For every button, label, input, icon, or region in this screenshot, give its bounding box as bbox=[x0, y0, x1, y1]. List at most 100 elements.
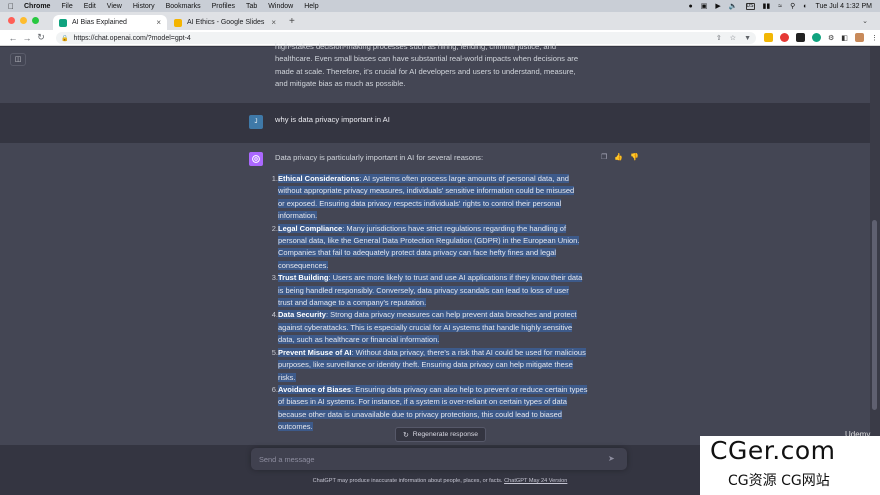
menu-tab[interactable]: Tab bbox=[246, 3, 257, 10]
thumbs-down-icon[interactable]: 👎 bbox=[630, 153, 639, 161]
openai-logo-icon bbox=[252, 155, 260, 163]
extension-dark-icon[interactable] bbox=[796, 33, 805, 42]
macos-menu-bar:  Chrome File Edit View History Bookmark… bbox=[0, 0, 880, 12]
tab-search-chevron-icon[interactable]: ⌄ bbox=[862, 17, 868, 25]
sound-icon[interactable]: 🔈 bbox=[729, 2, 738, 10]
answer-text: outcomes. bbox=[278, 422, 313, 432]
url-text[interactable]: https://chat.openai.com/?model=gpt-4 bbox=[73, 35, 190, 42]
play-icon[interactable]: ▶ bbox=[715, 2, 720, 10]
extensions-puzzle-icon[interactable]: ⚙ bbox=[828, 34, 834, 42]
list-number bbox=[264, 235, 278, 247]
menu-profiles[interactable]: Profiles bbox=[212, 3, 235, 10]
watermark-line-1: CGer.com bbox=[710, 436, 836, 465]
scrollbar-thumb[interactable] bbox=[872, 220, 877, 410]
clock[interactable]: Tue Jul 4 1:32 PM bbox=[815, 3, 872, 10]
zoom-window-button[interactable] bbox=[32, 17, 39, 24]
thumbs-up-icon[interactable]: 👍 bbox=[614, 153, 623, 161]
list-number: 3. bbox=[271, 273, 278, 283]
list-number bbox=[264, 247, 278, 259]
new-tab-plus-icon[interactable]: + bbox=[289, 16, 295, 27]
answer-text: data, such as healthcare or financial in… bbox=[278, 335, 440, 345]
menu-view[interactable]: View bbox=[107, 3, 122, 10]
share-icon[interactable]: ⇧ bbox=[716, 34, 722, 42]
previous-answer-line: and mitigate bias as much as possible. bbox=[275, 79, 406, 88]
chatgpt-favicon-icon bbox=[59, 18, 67, 27]
list-number bbox=[264, 409, 278, 421]
answer-line: 4. Data Security: Strong data privacy mea… bbox=[264, 309, 604, 321]
send-arrow-icon[interactable]: ➤ bbox=[608, 454, 615, 463]
answer-text: Ethical Considerations: AI systems often… bbox=[278, 174, 569, 183]
extension-yellow-icon[interactable] bbox=[764, 33, 773, 42]
point-title: Prevent Misuse of AI bbox=[278, 347, 352, 357]
list-number bbox=[264, 359, 278, 371]
bookmark-star-icon[interactable]: ☆ bbox=[730, 34, 736, 42]
apple-menu-icon[interactable]:  bbox=[8, 2, 14, 11]
open-sidebar-icon[interactable]: ◫ bbox=[10, 53, 26, 66]
tab-ai-ethics-slides[interactable]: AI Ethics - Google Slides × bbox=[168, 15, 282, 30]
extension-red-icon[interactable] bbox=[780, 33, 789, 42]
answer-text: Companies that fail to adequately protec… bbox=[278, 248, 557, 258]
answer-line: without appropriate privacy measures, in… bbox=[264, 185, 604, 197]
menu-help[interactable]: Help bbox=[304, 3, 318, 10]
list-number: 5. bbox=[271, 347, 278, 357]
close-window-button[interactable] bbox=[8, 17, 15, 24]
answer-text: Avoidance of Biases: Ensuring data priva… bbox=[278, 384, 588, 394]
menu-file[interactable]: File bbox=[61, 3, 72, 10]
close-tab-icon[interactable]: × bbox=[271, 18, 276, 27]
list-number: 1. bbox=[271, 174, 278, 183]
answer-line: 3. Trust Building: Users are more likely … bbox=[264, 272, 604, 284]
list-number bbox=[264, 334, 278, 346]
menu-app-chrome[interactable]: Chrome bbox=[24, 3, 50, 10]
side-panel-icon[interactable]: ◧ bbox=[841, 34, 848, 42]
version-link[interactable]: ChatGPT May 24 Version bbox=[504, 478, 567, 484]
close-tab-icon[interactable]: × bbox=[156, 18, 161, 27]
tab-ai-bias-explained[interactable]: AI Bias Explained × bbox=[53, 15, 167, 30]
message-input[interactable] bbox=[259, 452, 589, 466]
regenerate-response-button[interactable]: ↻ Regenerate response bbox=[395, 427, 487, 442]
battery-icon[interactable]: ▮▮ bbox=[763, 2, 771, 10]
list-number: 2. bbox=[271, 223, 278, 233]
answer-line: because other data is unavailable due to… bbox=[264, 409, 604, 421]
list-number bbox=[264, 285, 278, 297]
forward-arrow-icon[interactable]: → bbox=[20, 33, 34, 43]
menu-edit[interactable]: Edit bbox=[84, 3, 96, 10]
control-center-icon[interactable]: ◐ bbox=[803, 3, 807, 10]
answer-line: or exposed. Ensuring data privacy respec… bbox=[264, 198, 604, 210]
list-number bbox=[264, 185, 278, 197]
input-source-indicator[interactable]: US bbox=[745, 2, 755, 10]
regenerate-label: Regenerate response bbox=[412, 431, 479, 438]
tab-title: AI Ethics - Google Slides bbox=[187, 19, 265, 26]
message-actions: ❐ 👍 👎 bbox=[601, 153, 639, 161]
wifi-icon[interactable]: ≈ bbox=[778, 3, 782, 10]
list-number bbox=[264, 396, 278, 408]
search-icon[interactable]: ⚲ bbox=[790, 2, 795, 10]
message-input-box[interactable] bbox=[251, 448, 627, 470]
profile-avatar[interactable] bbox=[854, 33, 864, 42]
menu-window[interactable]: Window bbox=[268, 3, 293, 10]
previous-answer-line: made at scale. Therefore, it's crucial f… bbox=[275, 67, 576, 76]
reload-icon[interactable]: ↻ bbox=[34, 32, 48, 43]
screen-record-icon[interactable]: ● bbox=[689, 3, 693, 10]
disclaimer-text: ChatGPT may produce inaccurate informati… bbox=[312, 478, 503, 484]
list-number bbox=[264, 210, 278, 222]
menu-bookmarks[interactable]: Bookmarks bbox=[166, 3, 201, 10]
extension-green-icon[interactable] bbox=[812, 33, 821, 42]
answer-line: 6. Avoidance of Biases: Ensuring data pri… bbox=[264, 384, 604, 396]
menu-history[interactable]: History bbox=[133, 3, 155, 10]
back-arrow-icon[interactable]: ← bbox=[6, 33, 20, 43]
answer-line: risks. bbox=[264, 372, 604, 384]
minimize-window-button[interactable] bbox=[20, 17, 27, 24]
answer-text: is being handled responsibly. Conversely… bbox=[278, 285, 569, 295]
display-icon[interactable]: ▣ bbox=[701, 2, 708, 10]
lock-icon[interactable]: 🔒 bbox=[61, 35, 68, 42]
browser-tab-strip: AI Bias Explained × AI Ethics - Google S… bbox=[0, 12, 880, 30]
answer-text: against cyberattacks. This is especially… bbox=[278, 322, 573, 332]
chrome-menu-icon[interactable]: ⋮ bbox=[871, 34, 878, 42]
downloads-icon[interactable]: ▼ bbox=[744, 35, 751, 42]
extensions-area: ⚙ ◧ ⋮ bbox=[764, 33, 878, 42]
previous-answer-line: healthcare. Even small biases can have s… bbox=[275, 54, 579, 63]
regenerate-icon: ↻ bbox=[403, 431, 409, 439]
answer-line: of biases in AI systems. For instance, i… bbox=[264, 396, 604, 408]
copy-icon[interactable]: ❐ bbox=[601, 153, 607, 161]
answer-line: data, such as healthcare or financial in… bbox=[264, 334, 604, 346]
